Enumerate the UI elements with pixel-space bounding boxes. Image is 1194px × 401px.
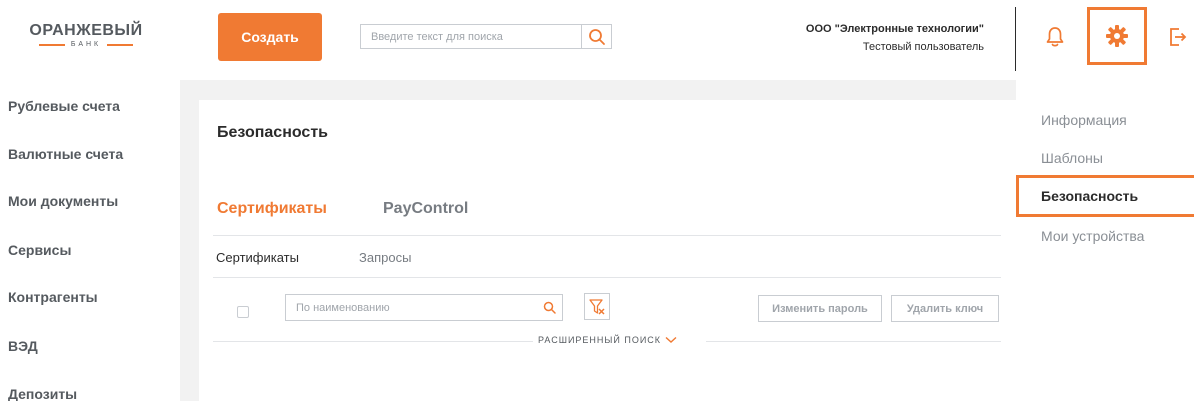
tab-paycontrol[interactable]: PayControl [383, 200, 468, 218]
chevron-down-icon [665, 336, 677, 343]
advanced-search-line-left [213, 341, 533, 342]
nav-item-counterparties[interactable]: Контрагенты [8, 289, 98, 305]
change-password-button[interactable]: Изменить пароль [758, 295, 882, 322]
logo-subtitle: БАНК [70, 41, 102, 48]
filter-clear-icon [589, 298, 605, 315]
gear-icon [1106, 25, 1128, 47]
header-divider [1015, 7, 1016, 71]
right-nav-item-security-label: Безопасность [1041, 188, 1139, 204]
right-nav-item-information[interactable]: Информация [1041, 112, 1127, 128]
nav-item-rub-accounts[interactable]: Рублевые счета [8, 98, 120, 114]
bell-icon [1046, 27, 1064, 47]
search-icon [543, 301, 556, 314]
logout-button[interactable] [1168, 27, 1188, 52]
logo-subtitle-row: БАНК [24, 41, 148, 48]
delete-key-button[interactable]: Удалить ключ [891, 295, 999, 322]
right-nav-item-security[interactable]: Безопасность [1016, 175, 1194, 217]
filter-search [285, 294, 563, 321]
filter-search-button[interactable] [536, 301, 562, 314]
advanced-search-label: РАСШИРЕННЫЙ ПОИСК [538, 335, 662, 345]
logo-title: ОРАНЖЕВЫЙ [29, 22, 143, 39]
tab-certificates[interactable]: Сертификаты [217, 200, 327, 218]
subtab-certificates[interactable]: Сертификаты [216, 250, 299, 265]
nav-item-services[interactable]: Сервисы [8, 242, 71, 258]
create-button[interactable]: Создать [218, 13, 322, 61]
global-search-button[interactable] [581, 25, 611, 48]
advanced-search-toggle[interactable]: РАСШИРЕННЫЙ ПОИСК [538, 335, 677, 345]
bank-logo[interactable]: ОРАНЖЕВЫЙ БАНК [24, 22, 148, 58]
logo-line-right [107, 43, 134, 46]
filter-search-input[interactable] [286, 295, 536, 320]
global-search-input[interactable] [361, 25, 581, 48]
security-card: Безопасность Сертификаты PayControl Серт… [199, 100, 1016, 401]
settings-button[interactable] [1087, 7, 1147, 65]
tabs-divider [213, 235, 1001, 236]
subtabs-divider [213, 277, 1001, 278]
right-nav: Информация Шаблоны Безопасность Мои устр… [1016, 80, 1194, 401]
logout-icon [1170, 28, 1187, 46]
user-name: Тестовый пользователь [862, 41, 984, 53]
advanced-search-line-right [706, 341, 1001, 342]
page-title: Безопасность [217, 124, 328, 141]
right-nav-item-my-devices[interactable]: Мои устройства [1041, 228, 1144, 244]
nav-item-my-documents[interactable]: Мои документы [8, 193, 118, 209]
organization-info[interactable]: ООО "Электронные технологии" Тестовый по… [806, 20, 984, 56]
nav-item-currency-accounts[interactable]: Валютные счета [8, 146, 123, 162]
search-icon [588, 28, 605, 45]
right-nav-item-templates[interactable]: Шаблоны [1041, 150, 1103, 166]
subtab-requests[interactable]: Запросы [359, 250, 411, 265]
nav-item-ved[interactable]: ВЭД [8, 338, 38, 354]
select-all-checkbox[interactable] [237, 306, 249, 318]
logo-line-left [38, 43, 65, 46]
notifications-button[interactable] [1046, 26, 1064, 53]
global-search [360, 24, 612, 49]
organization-name: ООО "Электронные технологии" [805, 23, 984, 35]
clear-filter-button[interactable] [584, 293, 610, 320]
nav-item-deposits[interactable]: Депозиты [8, 386, 77, 401]
